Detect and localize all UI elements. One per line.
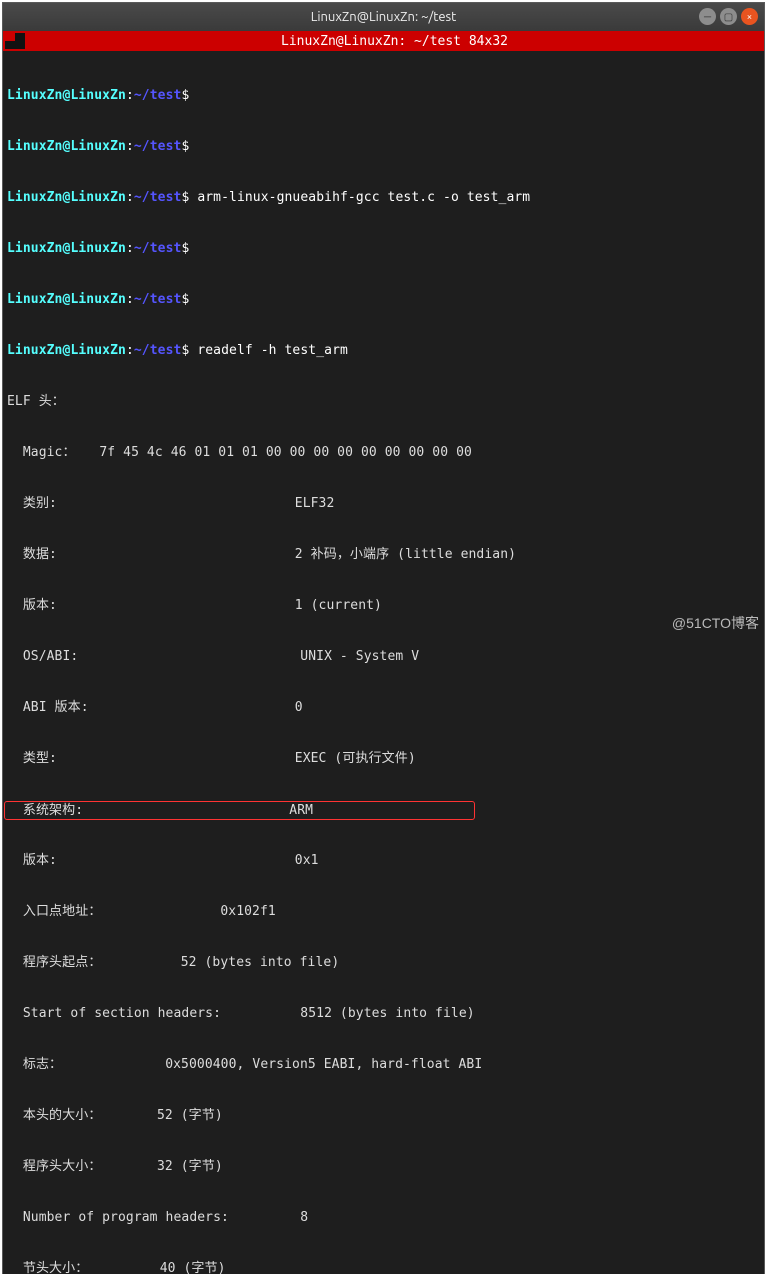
output-line: 版本: 1 (current): [7, 597, 760, 614]
command-input: readelf -h test_arm: [197, 343, 348, 358]
prompt-line: LinuxZn@LinuxZn:~/test$: [7, 87, 760, 104]
output-line: 类别: ELF32: [7, 495, 760, 512]
maximize-button[interactable]: ▢: [720, 8, 737, 25]
terminal-body[interactable]: LinuxZn@LinuxZn:~/test$ LinuxZn@LinuxZn:…: [3, 51, 764, 1274]
terminal-window: LinuxZn@LinuxZn: ~/test ─ ▢ × LinuxZn@Li…: [2, 2, 765, 1274]
output-line: 入口点地址： 0x102f1: [7, 903, 760, 920]
window-title: LinuxZn@LinuxZn: ~/test: [311, 10, 457, 24]
window-controls: ─ ▢ ×: [699, 8, 758, 25]
prompt-line: LinuxZn@LinuxZn:~/test$: [7, 138, 760, 155]
output-line: 节头大小： 40 (字节): [7, 1260, 760, 1274]
output-line: 程序头大小： 32 (字节): [7, 1158, 760, 1175]
titlebar: LinuxZn@LinuxZn: ~/test ─ ▢ ×: [3, 3, 764, 31]
split-indicator-icon[interactable]: [5, 33, 25, 49]
prompt-line: LinuxZn@LinuxZn:~/test$: [7, 291, 760, 308]
output-line: 版本: 0x1: [7, 852, 760, 869]
output-line: 类型: EXEC (可执行文件): [7, 750, 760, 767]
command-input: arm-linux-gnueabihf-gcc test.c -o test_a…: [197, 190, 530, 205]
output-line-highlighted: 系统架构: ARM: [7, 801, 760, 818]
output-line: ELF 头：: [7, 393, 760, 410]
tabbar: LinuxZn@LinuxZn: ~/test 84x32: [3, 31, 764, 51]
output-line: Number of program headers: 8: [7, 1209, 760, 1226]
prompt-line: LinuxZn@LinuxZn:~/test$ readelf -h test_…: [7, 342, 760, 359]
output-line: 标志： 0x5000400, Version5 EABI, hard-float…: [7, 1056, 760, 1073]
output-line: ABI 版本: 0: [7, 699, 760, 716]
output-line: OS/ABI: UNIX - System V: [7, 648, 760, 665]
close-button[interactable]: ×: [741, 8, 758, 25]
watermark: @51CTO博客: [672, 613, 759, 633]
output-line: 数据: 2 补码，小端序 (little endian): [7, 546, 760, 563]
minimize-button[interactable]: ─: [699, 8, 716, 25]
output-line: 程序头起点： 52 (bytes into file): [7, 954, 760, 971]
output-line: Start of section headers: 8512 (bytes in…: [7, 1005, 760, 1022]
highlight-box: 系统架构: ARM: [4, 801, 475, 820]
prompt-line: LinuxZn@LinuxZn:~/test$: [7, 240, 760, 257]
output-line: Magic： 7f 45 4c 46 01 01 01 00 00 00 00 …: [7, 444, 760, 461]
output-line: 本头的大小： 52 (字节): [7, 1107, 760, 1124]
tab-title: LinuxZn@LinuxZn: ~/test 84x32: [25, 34, 764, 49]
prompt-line: LinuxZn@LinuxZn:~/test$ arm-linux-gnueab…: [7, 189, 760, 206]
prompt-user: LinuxZn: [7, 88, 63, 103]
